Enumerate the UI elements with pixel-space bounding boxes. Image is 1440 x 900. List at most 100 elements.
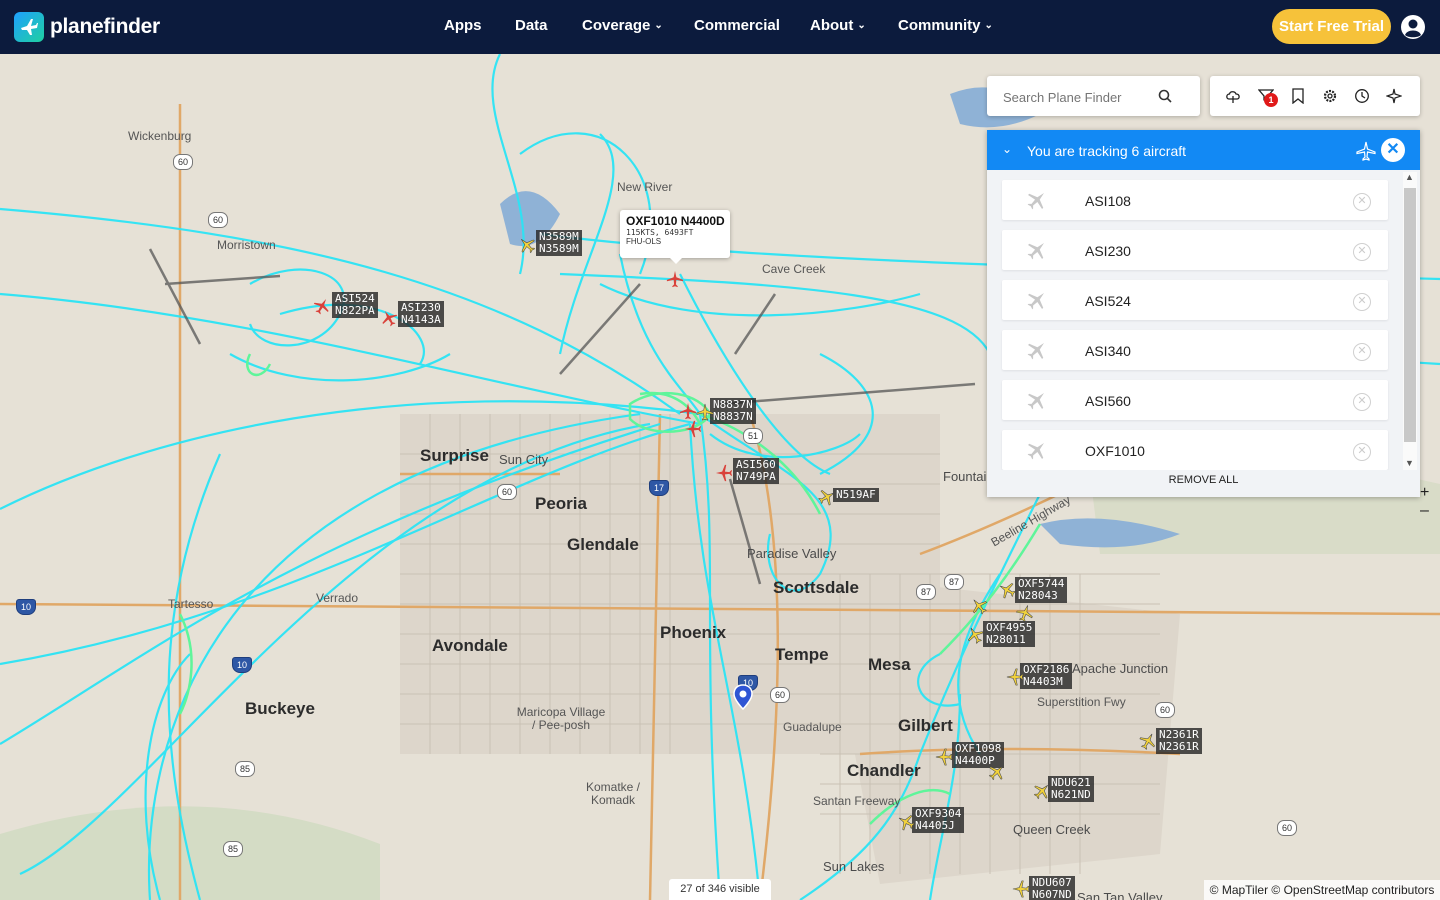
place-label: Morristown [217,238,276,252]
aircraft-label[interactable]: N519AF [833,488,879,502]
start-free-trial-button[interactable]: Start Free Trial [1272,9,1391,44]
zoom-out-button[interactable]: – [1420,502,1434,520]
aircraft-label[interactable]: N2361R N2361R [1156,728,1202,754]
nav-apps[interactable]: Apps [444,17,482,34]
aircraft-yellow-icon[interactable] [998,581,1016,599]
gear-icon[interactable] [1322,88,1338,104]
plane-icon [1027,342,1045,360]
aircraft-yellow-icon[interactable] [818,488,836,506]
aircraft-red-icon[interactable] [684,420,702,438]
aircraft-red-icon[interactable] [715,464,733,482]
flight-info-popup[interactable]: OXF1010 N4400D 115KTS, 6493FT FHU-OLS [620,210,730,264]
tracked-aircraft-name: ASI230 [1085,243,1131,259]
nav-community[interactable]: Community ⌄ [898,17,993,34]
close-tracking-button[interactable]: ✕ [1381,138,1405,162]
aircraft-yellow-icon[interactable] [518,236,536,254]
aircraft-red-icon[interactable] [313,297,331,315]
aircraft-label[interactable]: N8837N N8837N [710,398,756,424]
history-clock-icon[interactable] [1354,88,1370,104]
scroll-up-icon[interactable]: ▲ [1405,172,1414,182]
aircraft-yellow-icon[interactable] [966,626,984,644]
aircraft-yellow-icon[interactable] [1139,732,1157,750]
tracked-aircraft-item[interactable]: ASI230 ✕ [1002,230,1388,270]
remove-aircraft-button[interactable]: ✕ [1353,343,1371,361]
remove-aircraft-button[interactable]: ✕ [1353,193,1371,211]
place-label: Phoenix [660,623,727,642]
aircraft-label[interactable]: ASI560 N749PA [733,458,779,484]
plane-icon [1027,192,1045,210]
tracked-aircraft-item[interactable]: OXF1010 ✕ [1002,430,1388,470]
nav-data[interactable]: Data [515,17,548,34]
aircraft-label[interactable]: NDU607 N607ND [1029,876,1075,900]
remove-all-button[interactable]: REMOVE ALL [987,474,1420,494]
tracked-aircraft-item[interactable]: ASI340 ✕ [1002,330,1388,370]
place-label: Gilbert [898,716,953,735]
search-box [987,76,1200,116]
chevron-down-icon[interactable]: ⌄ [1002,142,1012,156]
place-label: Buckeye [245,699,315,718]
place-label: Verrado [316,591,359,605]
aircraft-label[interactable]: ASI524 N822PA [332,292,378,318]
place-label: Superstition Fwy [1037,695,1126,709]
place-label: Paradise Valley [747,546,837,561]
aircraft-label[interactable]: ASI230 N4143A [398,301,444,327]
tracking-panel-header[interactable]: ⌄ You are tracking 6 aircraft ✕ [987,130,1420,170]
tracked-aircraft-item[interactable]: ASI560 ✕ [1002,380,1388,420]
place-label: Santan Freeway [813,794,901,808]
aircraft-yellow-icon[interactable] [696,403,714,421]
scrollbar-thumb[interactable] [1404,188,1416,442]
tracked-aircraft-name: ASI560 [1085,393,1131,409]
aircraft-yellow-icon[interactable] [1012,880,1030,898]
highway-shield: 51 [743,428,763,444]
place-label: Sun Lakes [823,859,885,874]
aircraft-label[interactable]: OXF4955 N28011 [983,621,1036,647]
nav-about[interactable]: About ⌄ [810,17,866,34]
weather-cloud-icon[interactable] [1225,88,1241,104]
aircraft-red-icon[interactable] [666,270,684,288]
highway-shield: 60 [173,154,193,170]
tracked-aircraft-item[interactable]: ASI524 ✕ [1002,280,1388,320]
playback-plane-icon[interactable] [1386,88,1402,104]
nav-coverage[interactable]: Coverage ⌄ [582,17,663,34]
plane-icon [1027,392,1045,410]
tracking-scrollbar[interactable]: ▲ ▼ [1403,172,1417,470]
aircraft-yellow-icon[interactable] [935,748,953,766]
map-attribution[interactable]: © MapTiler © OpenStreetMap contributors [1204,880,1440,900]
bookmark-icon[interactable] [1290,88,1306,104]
highway-shield: 60 [497,484,517,500]
chevron-down-icon: ⌄ [984,20,993,31]
highway-shield: 85 [235,761,255,777]
scroll-down-icon[interactable]: ▼ [1405,458,1414,468]
zoom-in-button[interactable]: + [1420,484,1434,502]
aircraft-label[interactable]: OXF2186 N4403M [1020,663,1073,689]
aircraft-yellow-icon[interactable] [897,813,915,831]
user-account-icon[interactable] [1400,14,1426,40]
aircraft-label[interactable]: OXF5744 N28043 [1015,577,1068,603]
aircraft-yellow-icon[interactable] [1006,668,1024,686]
nav-commercial[interactable]: Commercial [694,17,780,34]
remove-aircraft-button[interactable]: ✕ [1353,293,1371,311]
aircraft-yellow-icon[interactable] [1033,782,1051,800]
location-pin-icon[interactable] [733,684,753,710]
aircraft-yellow-icon[interactable] [970,597,988,615]
remove-aircraft-button[interactable]: ✕ [1353,243,1371,261]
aircraft-yellow-icon[interactable] [1016,604,1034,622]
tracked-aircraft-name: ASI108 [1085,193,1131,209]
aircraft-label[interactable]: N3589M N3589M [536,230,582,256]
tracked-aircraft-item[interactable]: ASI108 ✕ [1002,180,1388,220]
search-icon[interactable] [1158,89,1172,103]
remove-aircraft-button[interactable]: ✕ [1353,443,1371,461]
remove-aircraft-button[interactable]: ✕ [1353,393,1371,411]
plane-outline-icon [1356,141,1376,161]
highway-shield: 85 [223,841,243,857]
popup-route: FHU-OLS [626,237,662,246]
aircraft-red-icon[interactable] [380,309,398,327]
place-label: Cave Creek [762,262,826,276]
aircraft-label[interactable]: OXF9304 N4405J [912,807,965,833]
search-input[interactable] [1001,86,1165,108]
tracked-aircraft-list: ASI108 ✕ ASI230 ✕ ASI524 ✕ ASI340 ✕ ASI5… [987,170,1420,470]
aircraft-red-icon[interactable] [679,402,697,420]
aircraft-label[interactable]: NDU621 N621ND [1048,776,1094,802]
place-label: Sun City [499,452,549,467]
aircraft-yellow-icon[interactable] [988,763,1006,781]
